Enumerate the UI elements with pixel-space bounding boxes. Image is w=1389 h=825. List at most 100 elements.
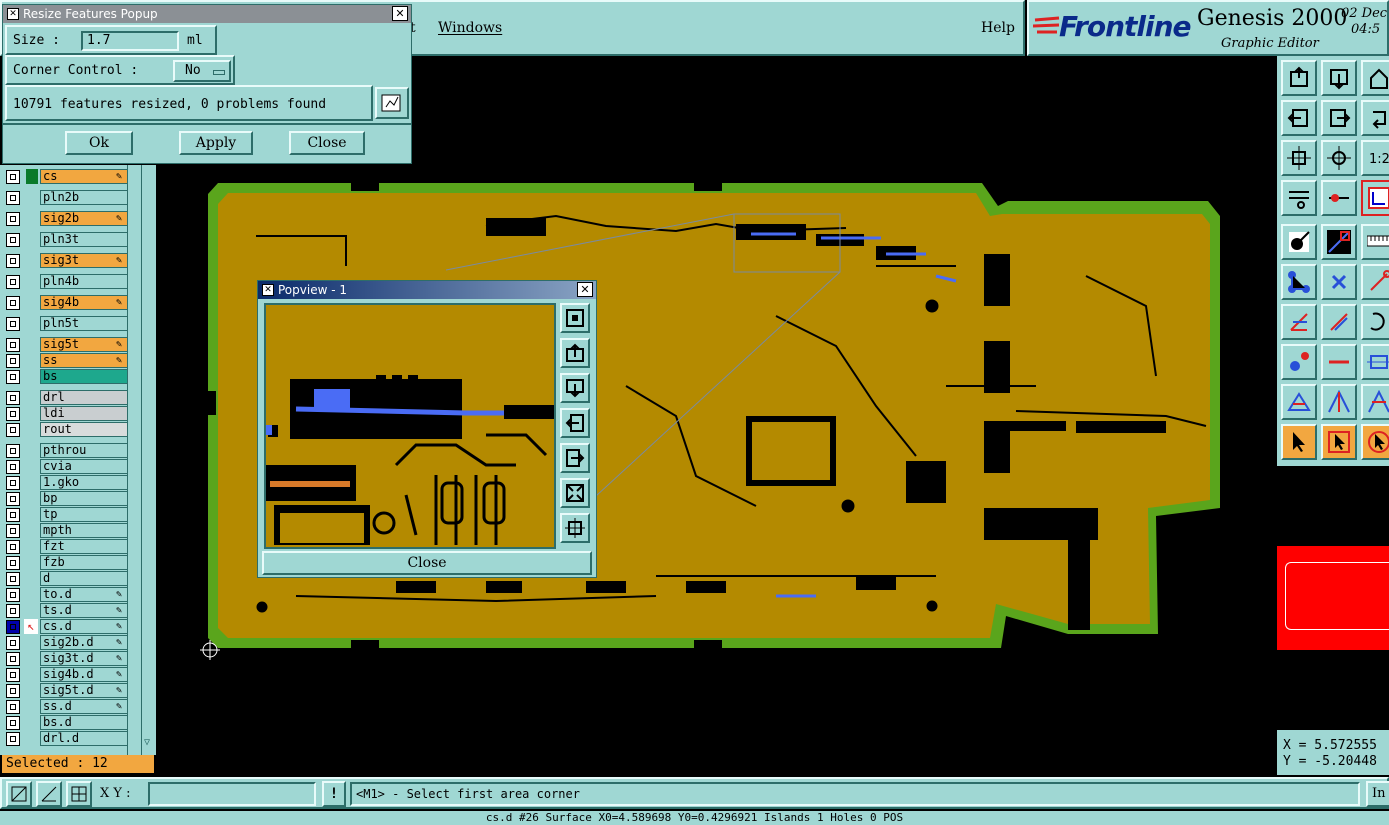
popview-menu-icon[interactable]: ✕	[262, 284, 274, 296]
pointer-box-icon[interactable]	[1321, 424, 1357, 460]
layer-name[interactable]: fzb	[40, 555, 128, 570]
popview-pan-down-icon[interactable]	[560, 373, 590, 403]
layer-name[interactable]: drl	[40, 390, 128, 405]
layer-name[interactable]: ldi	[40, 406, 128, 421]
layer-checkbox[interactable]	[6, 604, 20, 618]
layer-name[interactable]: sig5t.d	[40, 683, 128, 698]
layer-checkbox[interactable]	[6, 588, 20, 602]
layer-row[interactable]: bp	[6, 491, 128, 506]
layer-checkbox[interactable]	[6, 572, 20, 586]
window-menu-icon[interactable]: ✕	[7, 8, 19, 20]
measure-icon[interactable]	[1321, 180, 1357, 216]
layer-row[interactable]: mpth	[6, 523, 128, 538]
apply-button[interactable]: Apply	[179, 131, 253, 155]
layer-row[interactable]: sig2b.d ✎	[6, 635, 128, 650]
layer-checkbox[interactable]	[6, 460, 20, 474]
popview-zoom-canvas[interactable]	[264, 303, 556, 549]
zoom-fit-icon[interactable]	[1281, 140, 1317, 176]
layer-checkbox[interactable]	[6, 170, 20, 184]
layer-row[interactable]: sig2b ✎	[6, 211, 128, 226]
layer-scroll-track[interactable]: ▽	[141, 165, 155, 755]
layer-name[interactable]: pln5t	[40, 316, 128, 331]
layer-checkbox[interactable]	[6, 338, 20, 352]
pointer-circle-icon[interactable]	[1361, 424, 1389, 460]
layer-checkbox[interactable]	[6, 492, 20, 506]
cross-delete-icon[interactable]	[1321, 264, 1357, 300]
layer-checkbox[interactable]	[6, 444, 20, 458]
layer-row[interactable]: ss ✎	[6, 353, 128, 368]
angle-line-icon[interactable]	[1281, 304, 1317, 340]
layer-name[interactable]: sig2b	[40, 211, 128, 226]
layer-scrollbar[interactable]	[127, 165, 142, 755]
xy-input[interactable]	[148, 782, 316, 806]
layer-name[interactable]: 1.gko	[40, 475, 128, 490]
slash-line-icon[interactable]	[1321, 304, 1357, 340]
triangle-icon[interactable]	[1281, 384, 1317, 420]
corner-select[interactable]: No	[173, 60, 231, 82]
layer-name[interactable]: sig4b	[40, 295, 128, 310]
layer-checkbox[interactable]	[6, 370, 20, 384]
layer-name[interactable]: cs.d	[40, 619, 128, 634]
layer-view-icon[interactable]	[1361, 180, 1389, 216]
layer-checkbox[interactable]	[6, 700, 20, 714]
add-line-icon[interactable]	[1361, 264, 1389, 300]
popview-close-icon[interactable]: ✕	[577, 282, 593, 297]
popview-zoom-in-icon[interactable]	[560, 513, 590, 543]
zoom-area-icon[interactable]	[6, 781, 32, 807]
layer-name[interactable]: ts.d	[40, 603, 128, 618]
layer-checkbox[interactable]	[6, 524, 20, 538]
triangle-measure-icon[interactable]	[1361, 384, 1389, 420]
layer-checkbox[interactable]	[6, 508, 20, 522]
pan-left-icon[interactable]	[1281, 100, 1317, 136]
layer-name[interactable]: sig4b.d	[40, 667, 128, 682]
layer-name[interactable]: sig3t	[40, 253, 128, 268]
layer-checkbox[interactable]	[6, 652, 20, 666]
pad-add-icon[interactable]	[1281, 344, 1317, 380]
layer-row[interactable]: pthrou	[6, 443, 128, 458]
layer-name[interactable]: ss	[40, 353, 128, 368]
resize-popup-titlebar[interactable]: ✕ Resize Features Popup ✕	[3, 5, 411, 23]
zoom-home-icon[interactable]	[1281, 60, 1317, 96]
layer-row[interactable]: sig3t.d ✎	[6, 651, 128, 666]
layer-checkbox[interactable]	[6, 391, 20, 405]
layer-name[interactable]: d	[40, 571, 128, 586]
home-icon[interactable]	[1361, 60, 1389, 96]
layer-name[interactable]: pln3t	[40, 232, 128, 247]
popview-pan-right-icon[interactable]	[560, 443, 590, 473]
popview-zoom-out-icon[interactable]	[560, 478, 590, 508]
layer-row[interactable]: 1.gko	[6, 475, 128, 490]
layer-row[interactable]: sig5t ✎	[6, 337, 128, 352]
popview-titlebar[interactable]: ✕ Popview - 1 ✕	[258, 281, 596, 299]
layer-row[interactable]: bs.d	[6, 715, 128, 730]
layer-row[interactable]: drl.d	[6, 731, 128, 746]
layer-row[interactable]: pln5t	[6, 316, 128, 331]
pan-right-icon[interactable]	[1321, 100, 1357, 136]
layer-name[interactable]: drl.d	[40, 731, 128, 746]
layer-row[interactable]: cvia	[6, 459, 128, 474]
popview-pan-left-icon[interactable]	[560, 408, 590, 438]
dimension-icon[interactable]	[1361, 344, 1389, 380]
horizontal-line-icon[interactable]	[1321, 344, 1357, 380]
layer-row[interactable]: ↖ cs.d ✎	[6, 619, 128, 634]
layer-checkbox[interactable]	[6, 354, 20, 368]
layer-checkbox[interactable]	[6, 732, 20, 746]
menu-help[interactable]: Help	[981, 20, 1015, 36]
layer-checkbox[interactable]	[6, 540, 20, 554]
layer-name[interactable]: sig2b.d	[40, 635, 128, 650]
triangle-select-icon[interactable]	[1321, 384, 1357, 420]
pan-down-icon[interactable]	[1321, 60, 1357, 96]
ruler-icon[interactable]	[1361, 224, 1389, 260]
layer-checkbox[interactable]	[6, 317, 20, 331]
layer-row[interactable]: d	[6, 571, 128, 586]
layer-name[interactable]: cs	[40, 169, 128, 184]
layer-name[interactable]: sig3t.d	[40, 651, 128, 666]
layer-row[interactable]: to.d ✎	[6, 587, 128, 602]
layer-checkbox[interactable]	[6, 233, 20, 247]
layer-name[interactable]: bp	[40, 491, 128, 506]
layer-checkbox[interactable]	[6, 423, 20, 437]
in-button[interactable]: In	[1366, 781, 1389, 807]
select-pad-icon[interactable]	[1281, 224, 1317, 260]
layer-checkbox[interactable]	[6, 275, 20, 289]
layer-checkbox[interactable]	[6, 556, 20, 570]
layer-row[interactable]: ss.d ✎	[6, 699, 128, 714]
